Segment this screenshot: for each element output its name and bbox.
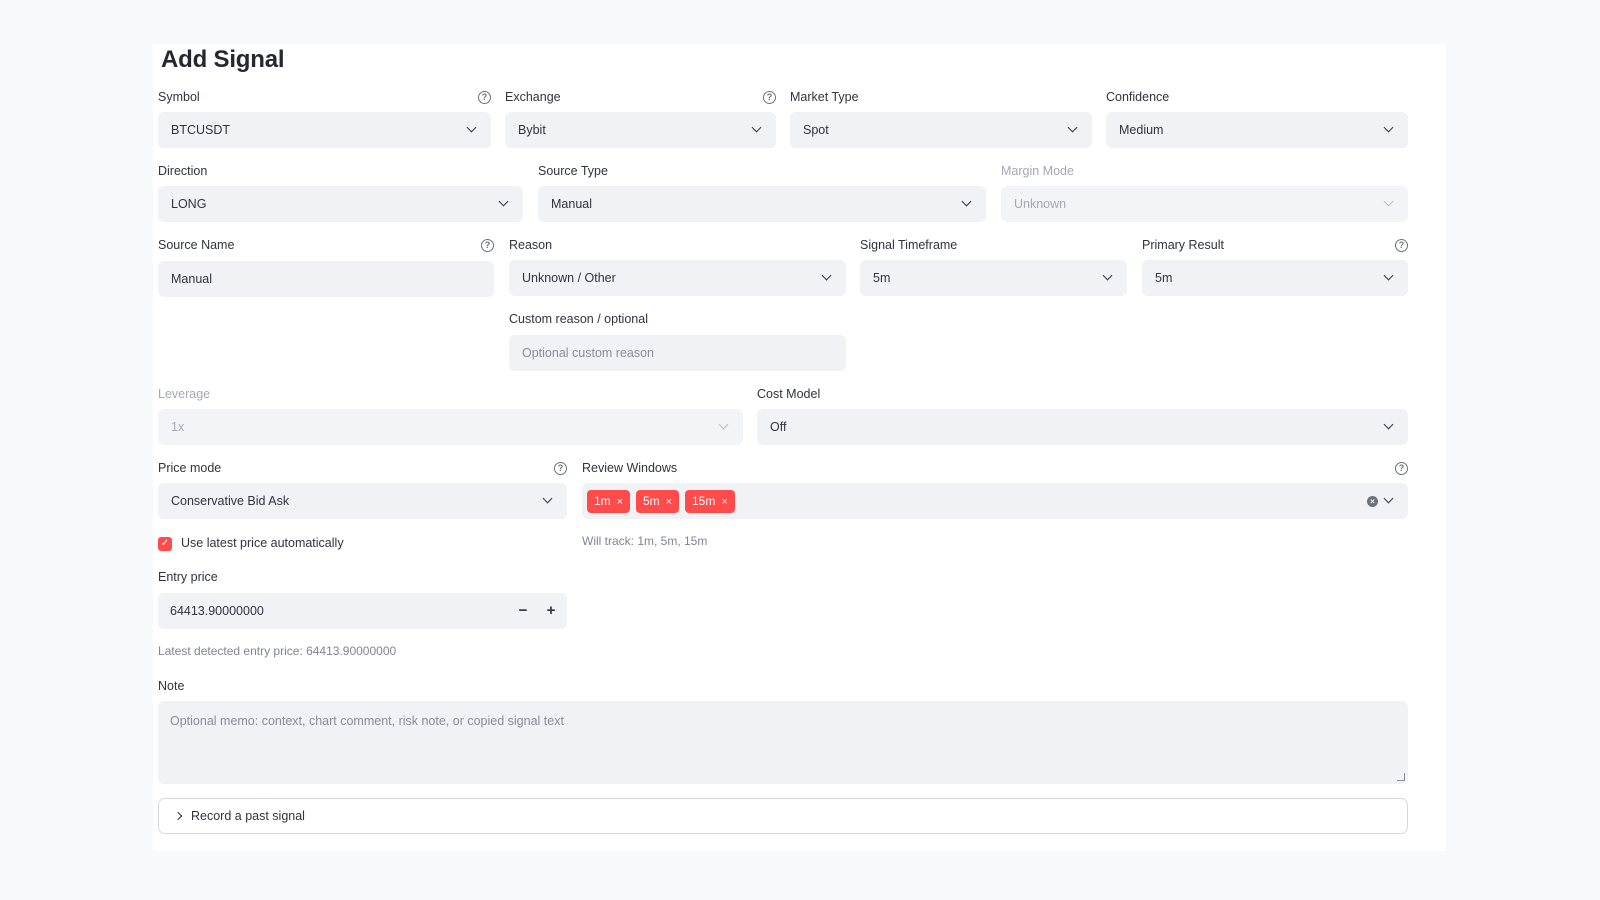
- entry-price-caption: Latest detected entry price: 64413.90000…: [158, 644, 397, 658]
- entry-price-label: Entry price: [158, 570, 218, 584]
- chevron-down-icon: [1383, 196, 1394, 207]
- reason-select[interactable]: Unknown / Other: [509, 260, 846, 296]
- price-mode-label: Price mode: [158, 461, 222, 475]
- margin-mode-value: Unknown: [1014, 197, 1067, 211]
- entry-price-value: 64413.90000000: [170, 604, 264, 618]
- primary-result-label: Primary Result: [1142, 238, 1224, 252]
- confidence-label: Confidence: [1106, 90, 1170, 104]
- source-type-label: Source Type: [538, 164, 608, 178]
- signal-timeframe-select[interactable]: 5m: [860, 260, 1127, 296]
- margin-mode-select: Unknown: [1001, 186, 1408, 222]
- cost-model-label: Cost Model: [757, 387, 821, 401]
- price-mode-value: Conservative Bid Ask: [171, 494, 290, 508]
- chevron-right-icon: [173, 811, 183, 821]
- note-placeholder: Optional memo: context, chart comment, r…: [170, 714, 564, 728]
- chevron-down-icon: [821, 270, 832, 281]
- chevron-down-icon: [1102, 270, 1113, 281]
- custom-reason-input[interactable]: Optional custom reason: [509, 335, 846, 371]
- price-mode-help-icon[interactable]: ?: [554, 462, 567, 475]
- chevron-down-icon: [1383, 270, 1394, 281]
- symbol-value: BTCUSDT: [171, 123, 231, 137]
- tag-label: 5m: [643, 494, 660, 508]
- chevron-down-icon: [751, 122, 762, 133]
- use-latest-price-checkbox[interactable]: ✓: [158, 537, 172, 551]
- note-textarea[interactable]: Optional memo: context, chart comment, r…: [158, 701, 1408, 784]
- entry-price-stepper[interactable]: 64413.90000000 − +: [158, 593, 567, 629]
- increment-button[interactable]: +: [537, 593, 565, 629]
- tag-label: 15m: [692, 494, 716, 508]
- reason-label: Reason: [509, 238, 553, 252]
- chevron-down-icon: [1067, 122, 1078, 133]
- review-windows-label: Review Windows: [582, 461, 678, 475]
- direction-label: Direction: [158, 164, 208, 178]
- decrement-button[interactable]: −: [509, 593, 537, 629]
- tag-remove-icon[interactable]: ×: [666, 496, 672, 508]
- chevron-down-icon: [542, 493, 553, 504]
- source-name-input[interactable]: Manual: [158, 261, 494, 297]
- cost-model-value: Off: [770, 420, 787, 434]
- chevron-down-icon: [466, 122, 477, 133]
- record-past-signal-expander[interactable]: Record a past signal: [158, 798, 1408, 834]
- page-title: Add Signal: [161, 46, 285, 73]
- review-window-tag[interactable]: 1m ×: [587, 490, 631, 513]
- primary-result-select[interactable]: 5m: [1142, 260, 1408, 296]
- symbol-label: Symbol: [158, 90, 200, 104]
- primary-result-value: 5m: [1155, 271, 1173, 285]
- custom-reason-label: Custom reason / optional: [509, 312, 648, 326]
- symbol-help-icon[interactable]: ?: [478, 91, 491, 104]
- tag-label: 1m: [594, 494, 611, 508]
- price-mode-select[interactable]: Conservative Bid Ask: [158, 483, 567, 519]
- reason-value: Unknown / Other: [522, 271, 616, 285]
- confidence-select[interactable]: Medium: [1106, 112, 1408, 148]
- review-window-tag[interactable]: 15m ×: [685, 490, 735, 513]
- clear-all-icon[interactable]: ×: [1367, 496, 1378, 507]
- exchange-value: Bybit: [518, 123, 546, 137]
- tag-remove-icon[interactable]: ×: [721, 496, 727, 508]
- signal-timeframe-value: 5m: [873, 271, 891, 285]
- tag-remove-icon[interactable]: ×: [617, 496, 623, 508]
- direction-select[interactable]: LONG: [158, 186, 523, 222]
- review-window-tag[interactable]: 5m ×: [636, 490, 680, 513]
- market-type-select[interactable]: Spot: [790, 112, 1092, 148]
- source-name-label: Source Name: [158, 238, 235, 252]
- expander-label: Record a past signal: [191, 809, 305, 823]
- note-label: Note: [158, 679, 185, 693]
- source-name-help-icon[interactable]: ?: [481, 239, 494, 252]
- custom-reason-placeholder: Optional custom reason: [522, 346, 655, 360]
- leverage-select: 1x: [158, 409, 743, 445]
- cost-model-select[interactable]: Off: [757, 409, 1408, 445]
- market-type-label: Market Type: [790, 90, 859, 104]
- resize-handle-icon[interactable]: [1397, 773, 1405, 781]
- leverage-value: 1x: [171, 420, 185, 434]
- symbol-select[interactable]: BTCUSDT: [158, 112, 491, 148]
- leverage-label: Leverage: [158, 387, 211, 401]
- review-windows-multiselect[interactable]: 1m × 5m × 15m × ×: [582, 483, 1408, 519]
- exchange-help-icon[interactable]: ?: [763, 91, 776, 104]
- confidence-value: Medium: [1119, 123, 1164, 137]
- source-type-value: Manual: [551, 197, 592, 211]
- source-name-value: Manual: [171, 272, 212, 286]
- review-windows-caption: Will track: 1m, 5m, 15m: [582, 534, 708, 548]
- review-windows-help-icon[interactable]: ?: [1395, 462, 1408, 475]
- chevron-down-icon: [1383, 493, 1394, 504]
- direction-value: LONG: [171, 197, 207, 211]
- chevron-down-icon: [718, 419, 729, 430]
- margin-mode-label: Margin Mode: [1001, 164, 1074, 178]
- exchange-select[interactable]: Bybit: [505, 112, 776, 148]
- chevron-down-icon: [961, 196, 972, 207]
- chevron-down-icon: [1383, 122, 1394, 133]
- signal-timeframe-label: Signal Timeframe: [860, 238, 958, 252]
- chevron-down-icon: [1383, 419, 1394, 430]
- use-latest-price-label[interactable]: Use latest price automatically: [181, 534, 344, 552]
- chevron-down-icon: [498, 196, 509, 207]
- source-type-select[interactable]: Manual: [538, 186, 986, 222]
- primary-result-help-icon[interactable]: ?: [1395, 239, 1408, 252]
- market-type-value: Spot: [803, 123, 829, 137]
- exchange-label: Exchange: [505, 90, 561, 104]
- add-signal-form: Add Signal Symbol ? BTCUSDT Exchange ? B…: [153, 44, 1446, 851]
